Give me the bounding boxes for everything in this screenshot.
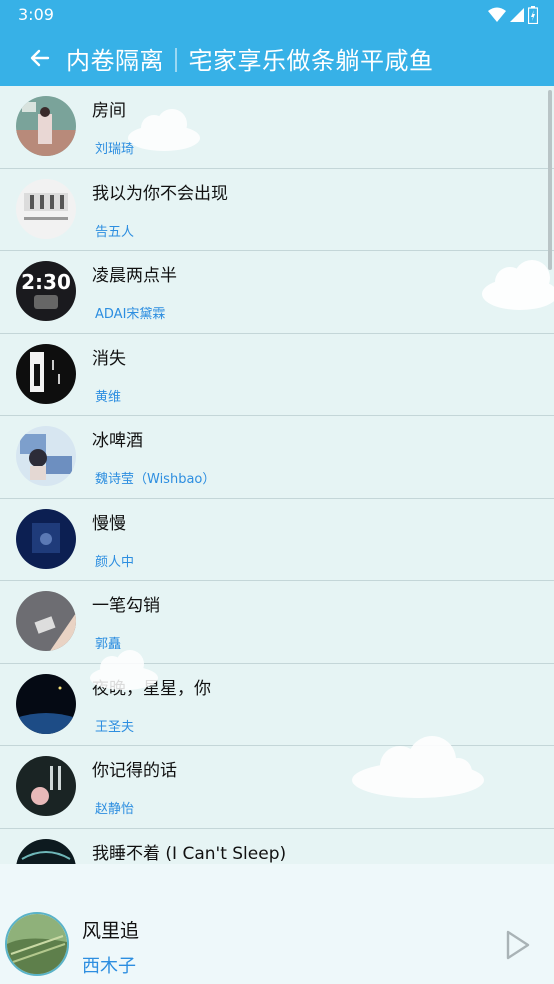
now-playing-artist: 西木子 xyxy=(82,956,136,977)
status-icons xyxy=(488,6,538,24)
mini-player[interactable]: 风里追 西木子 xyxy=(0,864,554,984)
play-button[interactable] xyxy=(500,926,534,964)
wifi-icon xyxy=(488,7,506,22)
song-title: 一笔勾销 xyxy=(92,596,160,616)
song-artist: 颜人中 xyxy=(95,554,135,570)
song-artist: 黄维 xyxy=(95,389,122,405)
album-cover: 2:30 xyxy=(16,261,76,321)
song-row[interactable]: 我以为你不会出现 告五人 xyxy=(0,169,554,251)
song-title: 我以为你不会出现 xyxy=(92,183,228,204)
song-row[interactable]: 我睡不着 (I Can't Sleep) xyxy=(0,829,554,864)
album-cover xyxy=(16,673,76,734)
song-row[interactable]: 2:30 凌晨两点半 ADAI宋黛霖 xyxy=(0,251,554,334)
now-playing-title: 风里追 xyxy=(82,920,140,942)
play-icon xyxy=(506,930,530,960)
song-row[interactable]: 消失 黄维 xyxy=(0,334,554,416)
battery-icon xyxy=(528,6,538,24)
song-title: 夜晚，星星，你 xyxy=(92,678,211,699)
song-title: 冰啤酒 xyxy=(92,431,143,451)
song-row[interactable]: 夜晚，星星，你 王圣夫 xyxy=(0,664,554,746)
song-title: 我睡不着 (I Can't Sleep) xyxy=(92,843,287,864)
album-cover xyxy=(16,343,76,404)
song-title: 凌晨两点半 xyxy=(92,266,177,286)
page-title: 内卷隔离｜宅家享乐做条躺平咸鱼 xyxy=(66,46,434,75)
song-artist: 告五人 xyxy=(95,224,135,240)
song-artist: 魏诗莹（Wishbao） xyxy=(95,472,216,487)
song-list[interactable]: 房间 刘瑞琦 我以为你不会出现 告五人 2:30 凌晨两点半 ADAI宋黛霖 消… xyxy=(0,86,554,864)
song-artist: 郭矗 xyxy=(95,637,122,652)
status-time: 3:09 xyxy=(18,5,54,24)
album-cover xyxy=(16,756,76,816)
album-cover xyxy=(16,96,76,156)
song-row[interactable]: 房间 刘瑞琦 xyxy=(0,86,554,169)
song-row[interactable]: 你记得的话 赵静怡 xyxy=(0,746,554,829)
now-playing-cover[interactable] xyxy=(5,912,69,976)
song-artist: 刘瑞琦 xyxy=(95,142,135,157)
song-title: 慢慢 xyxy=(92,513,126,534)
song-row[interactable]: 冰啤酒 魏诗莹（Wishbao） xyxy=(0,416,554,499)
song-artist: 赵静怡 xyxy=(95,802,135,817)
song-row[interactable]: 一笔勾销 郭矗 xyxy=(0,581,554,664)
song-title: 你记得的话 xyxy=(92,761,177,781)
scrollbar[interactable] xyxy=(548,90,552,270)
signal-icon xyxy=(510,8,524,22)
svg-text:2:30: 2:30 xyxy=(21,270,71,294)
arrow-back-icon xyxy=(30,49,50,67)
app-bar: 内卷隔离｜宅家享乐做条躺平咸鱼 xyxy=(0,30,554,86)
song-artist: 王圣夫 xyxy=(95,719,135,735)
song-title: 房间 xyxy=(92,101,126,121)
album-cover xyxy=(16,838,76,864)
song-title: 消失 xyxy=(92,348,126,369)
album-cover xyxy=(16,591,76,651)
status-bar: 3:09 xyxy=(0,0,554,30)
song-row[interactable]: 慢慢 颜人中 xyxy=(0,499,554,581)
album-cover xyxy=(16,426,76,486)
album-cover xyxy=(16,508,76,569)
back-button[interactable] xyxy=(18,36,62,80)
album-cover xyxy=(16,178,76,239)
song-artist: ADAI宋黛霖 xyxy=(95,307,166,322)
